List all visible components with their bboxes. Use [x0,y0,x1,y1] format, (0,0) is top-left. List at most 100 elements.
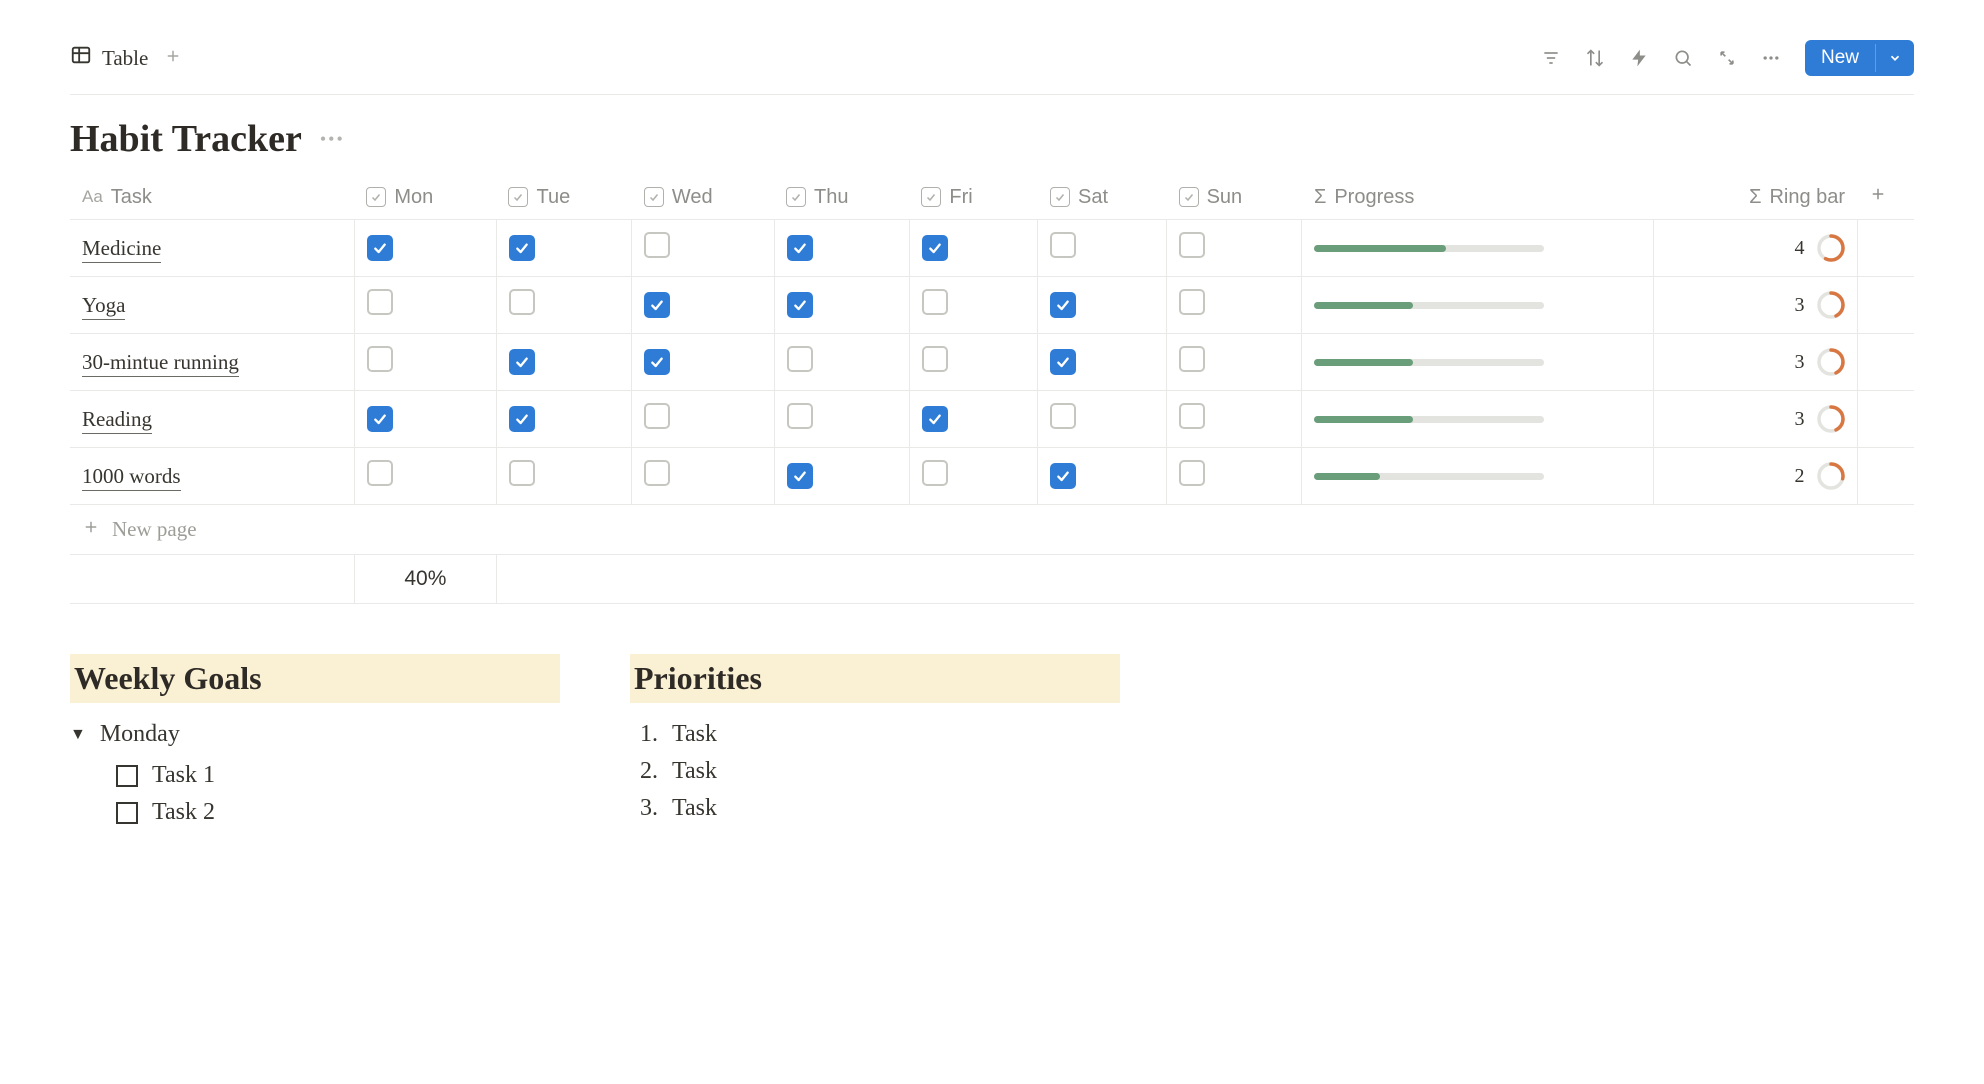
more-icon[interactable] [1761,48,1781,68]
progress-bar [1314,359,1544,366]
ring-bar: 3 [1666,348,1844,376]
checkbox[interactable] [1050,349,1076,375]
text-icon: Aa [82,187,103,207]
toggle-monday[interactable]: ▼ Monday [70,721,560,748]
checkbox[interactable] [787,346,813,372]
table-icon [70,44,92,72]
checkbox[interactable] [509,349,535,375]
table-row[interactable]: Yoga 3 [70,277,1914,334]
checkbox[interactable] [922,289,948,315]
checkbox[interactable] [922,235,948,261]
expand-icon[interactable] [1717,48,1737,68]
checkbox[interactable] [1050,232,1076,258]
view-name[interactable]: Table [102,46,148,71]
ring-bar: 3 [1666,291,1844,319]
checkbox[interactable] [787,235,813,261]
task-name[interactable]: Yoga [82,293,125,320]
checkbox[interactable] [644,460,670,486]
col-fri[interactable]: Fri [909,175,1038,220]
table-footer-row: 40% [70,555,1914,604]
checkbox[interactable] [922,346,948,372]
checkbox-header-icon [508,187,528,207]
checkbox[interactable] [509,235,535,261]
task-name[interactable]: Medicine [82,236,161,263]
checkbox-icon[interactable] [116,802,138,824]
task-name[interactable]: 1000 words [82,464,181,491]
bottom-columns: Weekly Goals ▼ Monday Task 1 Task 2 Prior… [70,654,1914,836]
priorities-section: Priorities Task Task Task [630,654,1120,836]
list-item[interactable]: Task [664,721,1120,748]
checkbox[interactable] [1179,232,1205,258]
checkbox[interactable] [367,406,393,432]
view-tabs: Table [70,44,188,72]
task-name[interactable]: Reading [82,407,152,434]
table-row[interactable]: 1000 words2 [70,448,1914,505]
checkbox[interactable] [509,460,535,486]
priorities-heading[interactable]: Priorities [630,654,1120,703]
new-page-row[interactable]: New page [70,505,1914,555]
progress-bar [1314,473,1544,480]
col-mon[interactable]: Mon [354,175,496,220]
checkbox-icon[interactable] [116,765,138,787]
title-row: Habit Tracker ••• [70,117,1914,161]
checkbox[interactable] [509,289,535,315]
col-task[interactable]: AaTask [70,175,354,220]
todo-item[interactable]: Task 1 [116,762,560,789]
table-row[interactable]: Reading3 [70,391,1914,448]
checkbox-header-icon [366,187,386,207]
table-header-row: AaTask Mon Tue Wed Thu Fri Sat Sun ΣProg… [70,175,1914,220]
col-wed[interactable]: Wed [632,175,774,220]
table-row[interactable]: 30-mintue running 3 [70,334,1914,391]
checkbox-header-icon [1050,187,1070,207]
checkbox[interactable] [367,346,393,372]
checkbox[interactable] [1179,289,1205,315]
checkbox[interactable] [1179,460,1205,486]
page-more-icon[interactable]: ••• [320,129,345,150]
checkbox[interactable] [1179,403,1205,429]
search-icon[interactable] [1673,48,1693,68]
checkbox[interactable] [644,349,670,375]
checkbox[interactable] [922,406,948,432]
ring-bar: 4 [1666,234,1844,262]
checkbox[interactable] [787,463,813,489]
progress-bar [1314,245,1544,252]
col-tue[interactable]: Tue [496,175,631,220]
checkbox[interactable] [644,403,670,429]
add-view-button[interactable] [158,45,188,71]
checkbox[interactable] [1179,346,1205,372]
formula-icon: Σ [1314,186,1326,209]
task-name[interactable]: 30-mintue running [82,350,239,377]
checkbox[interactable] [787,292,813,318]
checkbox[interactable] [644,292,670,318]
checkbox[interactable] [644,232,670,258]
checkbox[interactable] [922,460,948,486]
checkbox[interactable] [1050,463,1076,489]
checkbox[interactable] [1050,292,1076,318]
col-sat[interactable]: Sat [1038,175,1167,220]
checkbox-header-icon [786,187,806,207]
todo-item[interactable]: Task 2 [116,799,560,826]
checkbox[interactable] [367,460,393,486]
filter-icon[interactable] [1541,48,1561,68]
table-row[interactable]: Medicine 4 [70,220,1914,277]
col-ringbar[interactable]: ΣRing bar [1654,175,1857,220]
col-thu[interactable]: Thu [774,175,909,220]
add-column-button[interactable] [1857,175,1914,220]
checkbox[interactable] [1050,403,1076,429]
list-item[interactable]: Task [664,758,1120,785]
checkbox[interactable] [367,235,393,261]
new-button-caret[interactable] [1875,44,1914,72]
col-sun[interactable]: Sun [1167,175,1302,220]
weekly-goals-section: Weekly Goals ▼ Monday Task 1 Task 2 [70,654,560,836]
sort-icon[interactable] [1585,48,1605,68]
page-title[interactable]: Habit Tracker [70,117,302,161]
list-item[interactable]: Task [664,795,1120,822]
checkbox[interactable] [509,406,535,432]
col-progress[interactable]: ΣProgress [1302,175,1654,220]
new-button[interactable]: New [1805,40,1914,76]
weekly-goals-heading[interactable]: Weekly Goals [70,654,560,703]
checkbox[interactable] [787,403,813,429]
automation-icon[interactable] [1629,48,1649,68]
new-button-label[interactable]: New [1805,40,1875,76]
checkbox[interactable] [367,289,393,315]
